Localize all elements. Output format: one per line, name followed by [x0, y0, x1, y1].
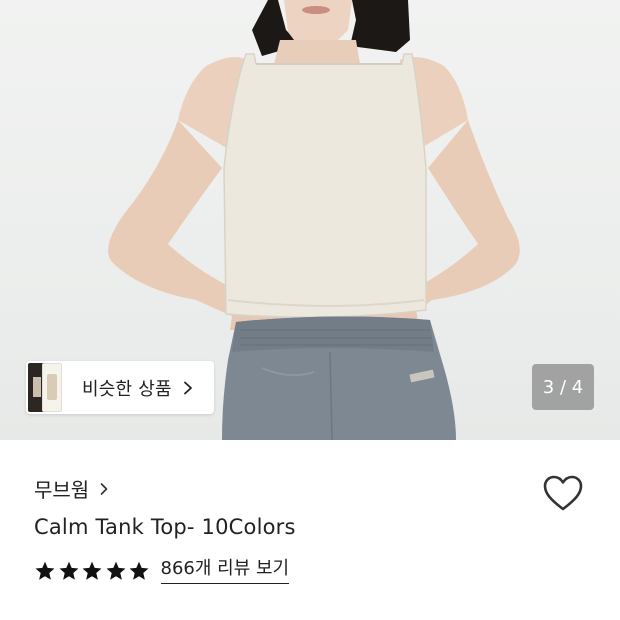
similar-products-label: 비슷한 상품	[82, 378, 172, 400]
reviews-link[interactable]: 866개 리뷰 보기	[160, 558, 290, 584]
star-rating	[34, 560, 152, 582]
similar-products-button[interactable]: 비슷한 상품	[26, 361, 214, 414]
heart-icon	[543, 475, 583, 511]
chevron-right-icon	[183, 381, 192, 394]
chevron-right-icon	[100, 482, 108, 495]
similar-thumbnail	[42, 363, 62, 412]
image-pager: 3 / 4	[532, 364, 594, 410]
similar-thumbnails	[28, 361, 68, 414]
star-icon	[106, 561, 125, 580]
star-icon	[59, 561, 78, 580]
star-icon	[82, 561, 102, 580]
star-icon	[129, 561, 149, 580]
brand-name: 무브웜	[34, 478, 90, 502]
rating-row: 866개 리뷰 보기	[34, 558, 290, 584]
brand-link[interactable]: 무브웜	[34, 474, 109, 503]
star-icon	[35, 561, 55, 580]
product-title: Calm Tank Top- 10Colors	[34, 515, 296, 539]
wishlist-button[interactable]	[540, 470, 586, 516]
product-image-carousel[interactable]: 비슷한 상품 3 / 4	[0, 0, 620, 440]
